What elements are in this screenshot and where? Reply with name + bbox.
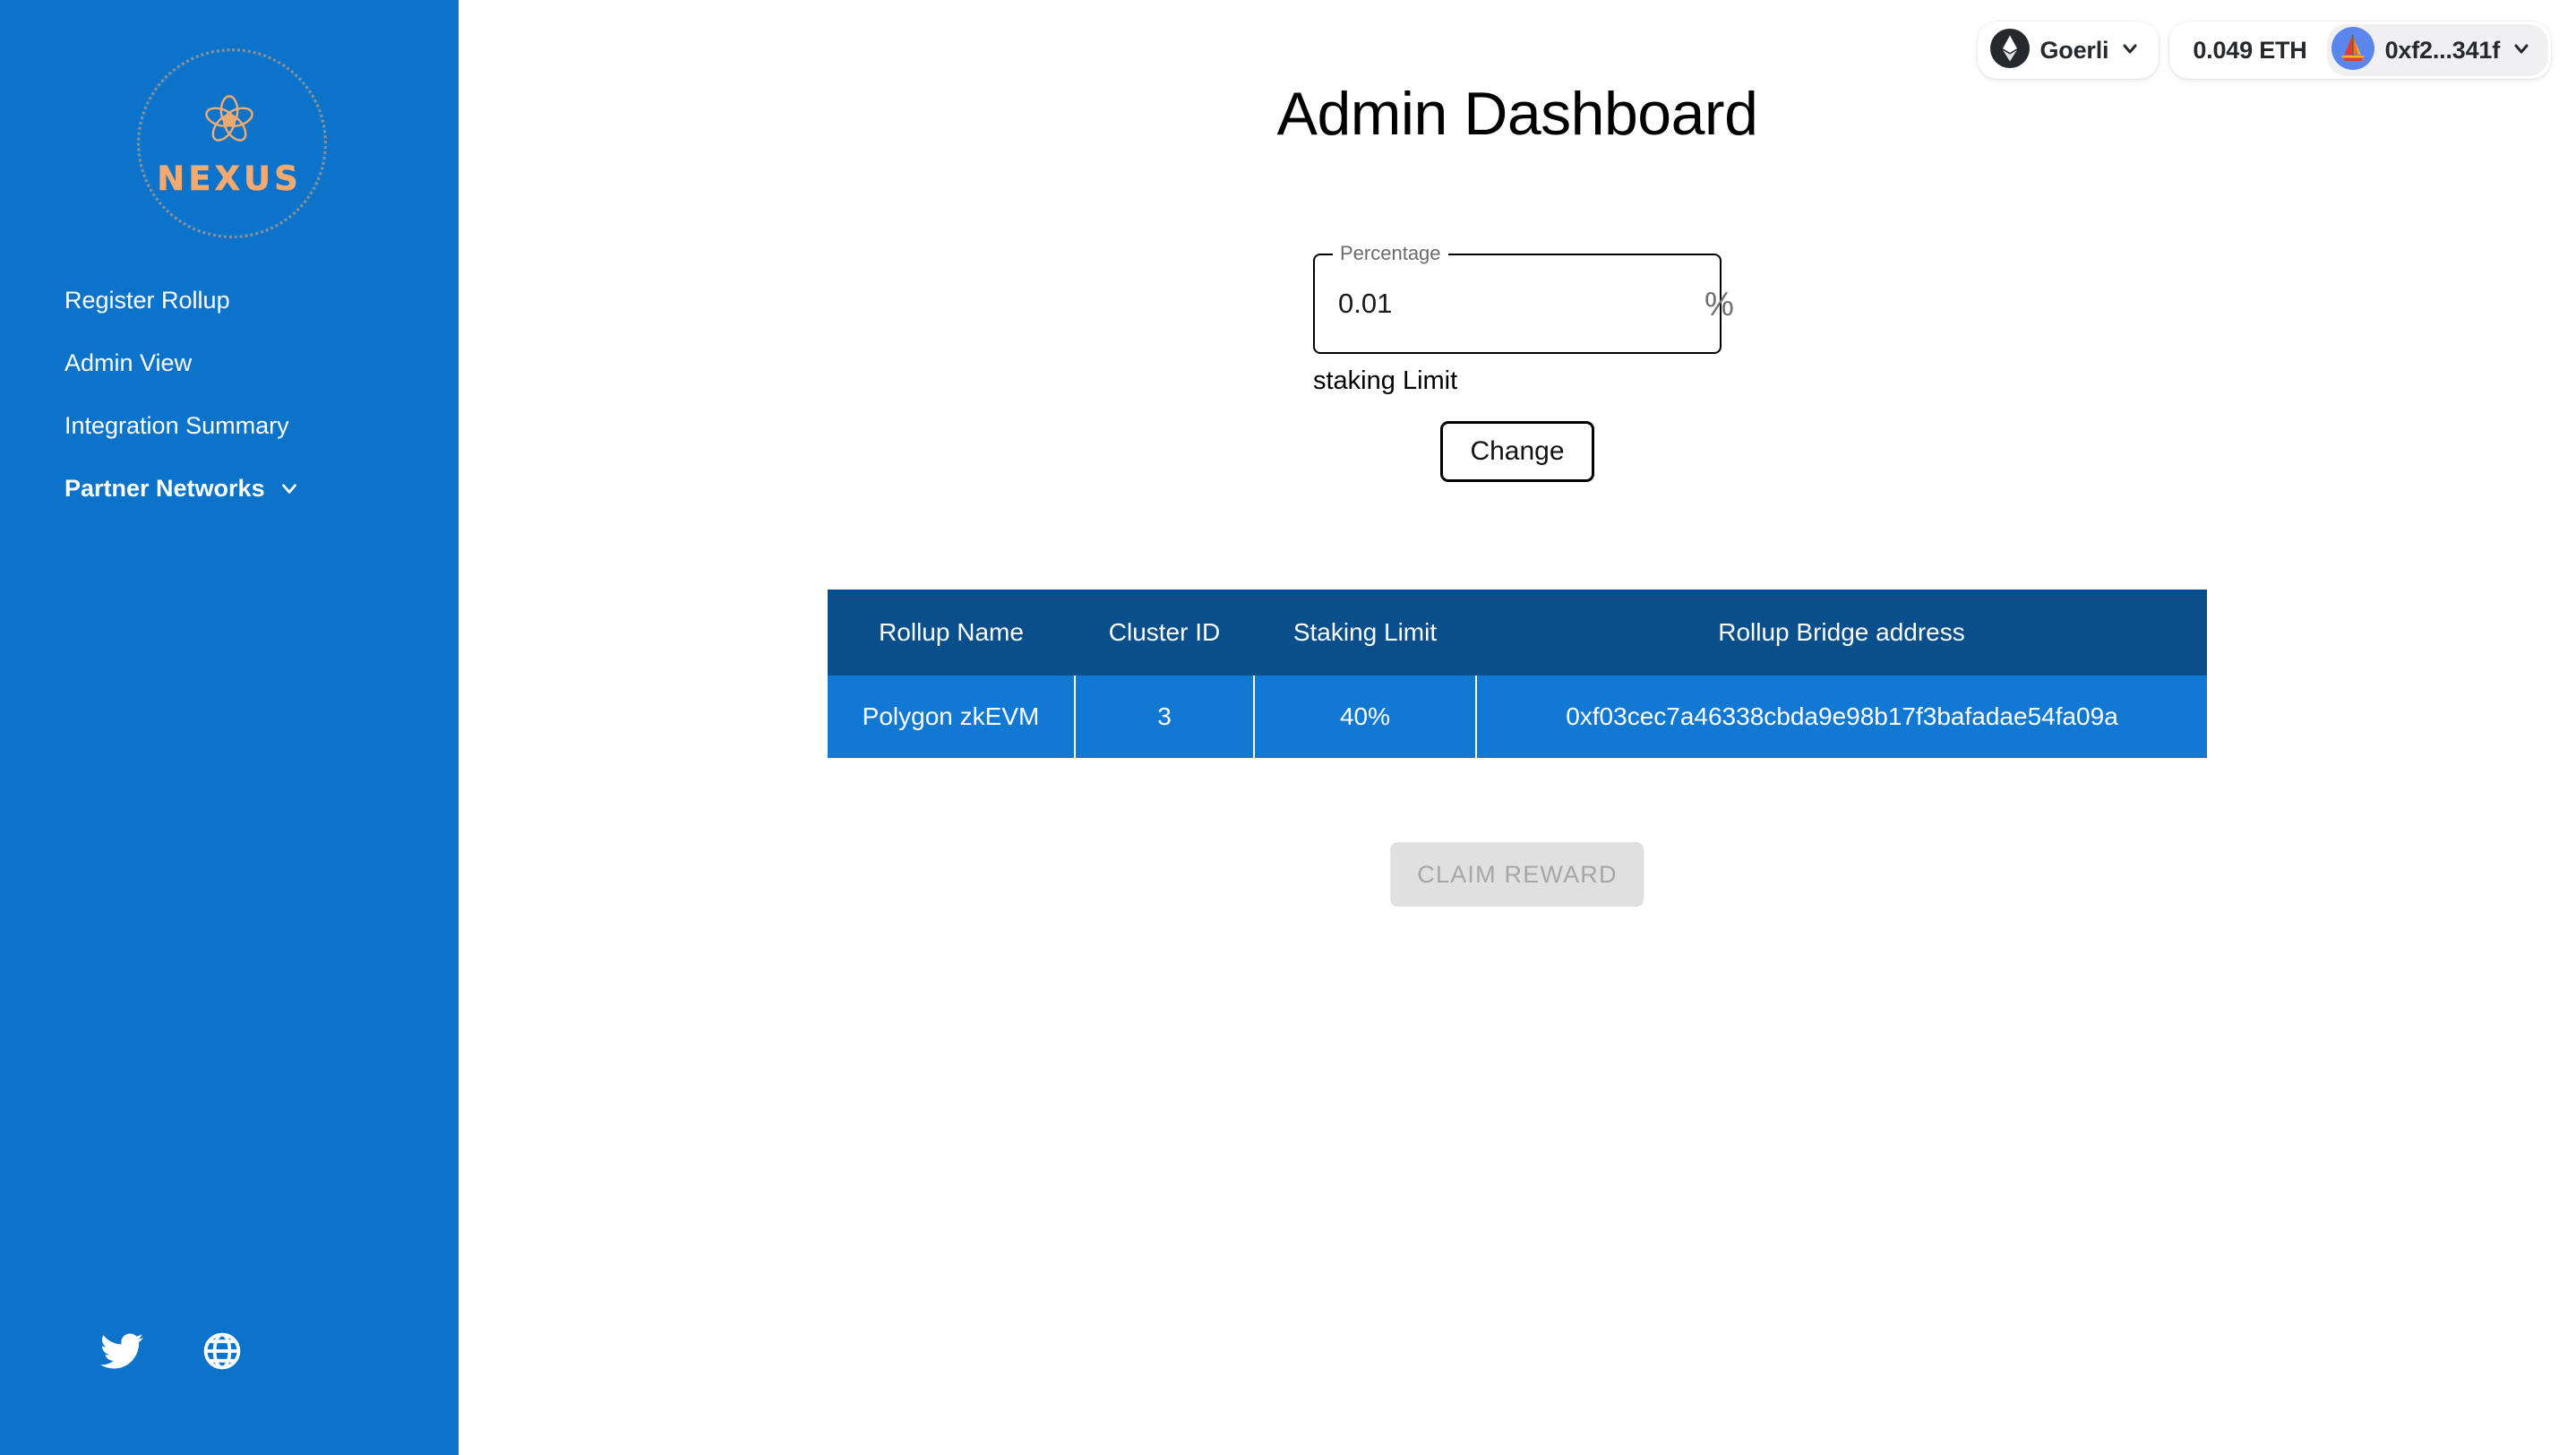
column-header-cluster-id: Cluster ID: [1075, 590, 1254, 676]
cell-rollup-name: Polygon zkEVM: [828, 676, 1075, 758]
percent-sign-icon: %: [1704, 285, 1734, 323]
column-header-staking-limit: Staking Limit: [1254, 590, 1476, 676]
sidebar-item-register-rollup[interactable]: Register Rollup: [0, 269, 459, 331]
social-links: [0, 1330, 459, 1373]
main-content: Goerli 0.049 ETH 0xf2...341f Admin Dashb…: [459, 0, 2576, 1455]
twitter-icon[interactable]: [100, 1330, 143, 1373]
sidebar-nav: Register Rollup Admin View Integration S…: [0, 269, 459, 520]
chevron-down-icon: [2511, 38, 2532, 64]
chevron-down-icon: [278, 477, 301, 500]
network-label: Goerli: [2039, 36, 2109, 64]
wallet-bar: Goerli 0.049 ETH 0xf2...341f: [1977, 22, 2551, 79]
ethereum-icon: [1989, 28, 2030, 73]
sailboat-avatar-icon: [2331, 26, 2374, 74]
rollup-table: Rollup Name Cluster ID Staking Limit Rol…: [828, 590, 2207, 758]
claim-reward-button[interactable]: CLAIM REWARD: [1390, 842, 1644, 907]
column-header-bridge-address: Rollup Bridge address: [1476, 590, 2207, 676]
globe-icon[interactable]: [201, 1330, 244, 1373]
account-address-label: 0xf2...341f: [2384, 36, 2501, 64]
table-header: Rollup Name Cluster ID Staking Limit Rol…: [828, 590, 2207, 676]
network-selector-button[interactable]: Goerli: [1977, 22, 2160, 79]
sidebar-item-integration-summary[interactable]: Integration Summary: [0, 394, 459, 457]
column-header-rollup-name: Rollup Name: [828, 590, 1075, 676]
table-body: Polygon zkEVM 3 40% 0xf03cec7a46338cbda9…: [828, 676, 2207, 758]
account-button[interactable]: 0.049 ETH 0xf2...341f: [2169, 22, 2551, 79]
table-header-row: Rollup Name Cluster ID Staking Limit Rol…: [828, 590, 2207, 676]
chevron-down-icon: [2119, 38, 2141, 64]
staking-limit-form: Percentage % staking Limit Change: [1313, 244, 1734, 482]
sidebar-item-admin-view[interactable]: Admin View: [0, 331, 459, 394]
atom-icon: [195, 86, 263, 159]
account-pill[interactable]: 0xf2...341f: [2326, 24, 2548, 76]
sidebar: NEXUS Register Rollup Admin View Integra…: [0, 0, 459, 1455]
eth-balance: 0.049 ETH: [2193, 36, 2307, 64]
change-button[interactable]: Change: [1440, 421, 1594, 482]
sidebar-item-label: Partner Networks: [64, 474, 265, 502]
percentage-field[interactable]: Percentage %: [1313, 244, 1734, 354]
brand-name: NEXUS: [157, 159, 302, 198]
percentage-input[interactable]: [1338, 288, 1696, 320]
sidebar-item-label: Admin View: [64, 349, 193, 376]
percentage-field-label: Percentage: [1333, 244, 1448, 263]
brand-logo[interactable]: NEXUS: [0, 46, 459, 238]
table-row[interactable]: Polygon zkEVM 3 40% 0xf03cec7a46338cbda9…: [828, 676, 2207, 758]
sidebar-item-label: Integration Summary: [64, 411, 289, 439]
logo-ring: NEXUS: [134, 46, 327, 238]
sidebar-item-label: Register Rollup: [64, 286, 230, 314]
staking-limit-helper-text: staking Limit: [1313, 366, 1458, 395]
page-title: Admin Dashboard: [1276, 80, 1758, 148]
cell-staking-limit: 40%: [1253, 676, 1476, 758]
cell-cluster-id: 3: [1074, 676, 1254, 758]
cell-bridge-address: 0xf03cec7a46338cbda9e98b17f3bafadae54fa0…: [1475, 676, 2207, 758]
sidebar-item-partner-networks[interactable]: Partner Networks: [0, 457, 459, 520]
